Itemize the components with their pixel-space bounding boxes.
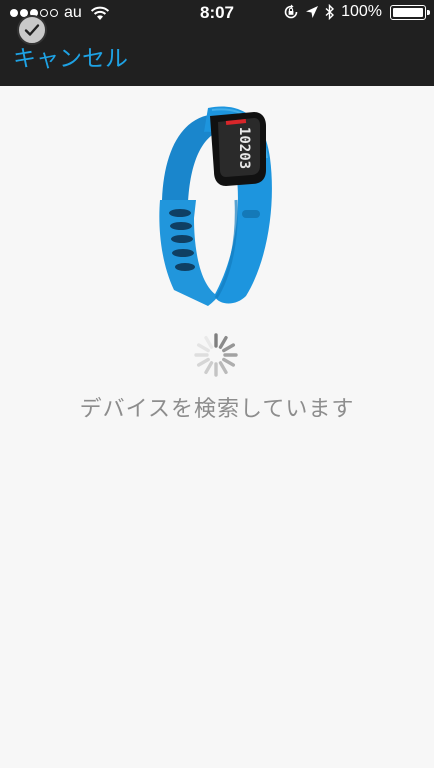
loading-spinner-icon bbox=[194, 333, 238, 377]
cancel-button[interactable]: キャンセル bbox=[13, 39, 128, 73]
searching-status-text: デバイスを検索しています bbox=[79, 397, 355, 422]
location-arrow-icon bbox=[306, 6, 319, 18]
status-right: 100% bbox=[283, 3, 430, 21]
battery-icon bbox=[390, 4, 430, 20]
fitness-band-image: 10203 bbox=[159, 106, 272, 306]
status-bar: au 8:07 100% bbox=[0, 0, 434, 26]
rotation-lock-icon bbox=[284, 4, 298, 19]
battery-percent: 100% bbox=[341, 3, 382, 20]
device-display-reading: 10203 bbox=[236, 127, 252, 169]
top-bar: au 8:07 100% キャンセル bbox=[0, 0, 434, 86]
bluetooth-icon bbox=[325, 4, 335, 20]
